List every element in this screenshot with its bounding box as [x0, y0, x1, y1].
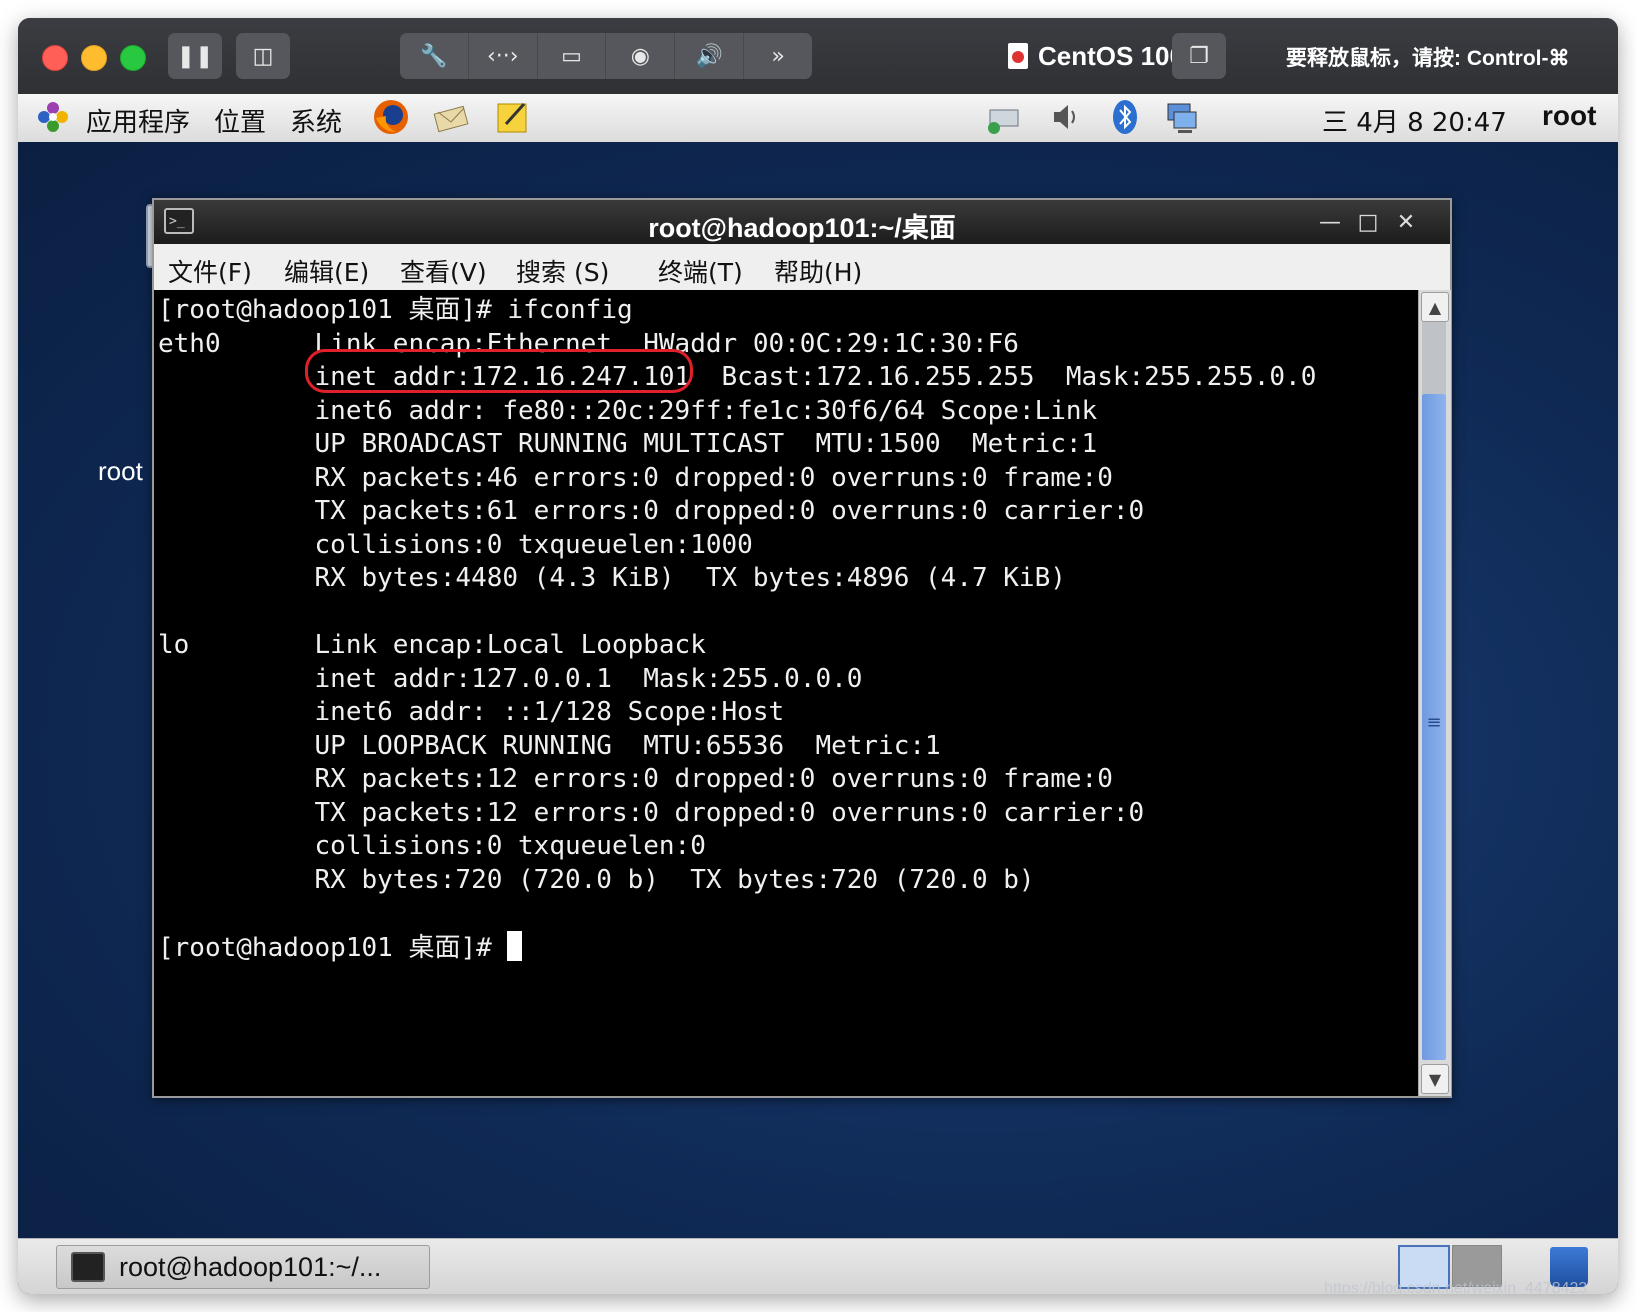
- vm-window: ❚❚ ◫ 🔧 ‹··› ▭ ◉ 🔊 » CentOS 100 ❐ 要释放鼠标，请…: [18, 18, 1618, 1294]
- terminal-menubar: 文件(F) 编辑(E) 查看(V) 搜索 (S) 终端(T) 帮助(H): [154, 244, 1450, 291]
- vm-tools-group: 🔧 ‹··› ▭ ◉ 🔊 »: [400, 33, 812, 79]
- terminal-output: [root@hadoop101 桌面]# ifconfig eth0 Link …: [158, 294, 1316, 965]
- pause-icon[interactable]: ❚❚: [168, 33, 222, 79]
- menu-terminal[interactable]: 终端(T): [658, 253, 743, 289]
- vm-title: CentOS 100: [1008, 38, 1184, 74]
- disk-drive-icon[interactable]: ▭: [538, 33, 607, 79]
- text-cursor: [507, 930, 523, 961]
- menu-system[interactable]: 系统: [290, 102, 342, 139]
- terminal-screen[interactable]: [root@hadoop101 桌面]# ifconfig eth0 Link …: [154, 290, 1418, 1096]
- minimize-icon[interactable]: —: [1314, 206, 1346, 238]
- output-line: UP LOOPBACK RUNNING MTU:65536 Metric:1: [158, 730, 941, 761]
- menu-file[interactable]: 文件(F): [168, 253, 252, 289]
- scroll-down-arrow-icon[interactable]: ▼: [1421, 1064, 1449, 1094]
- watermark: https://blog.csdn.net/weixin_4478423: [1324, 1280, 1588, 1294]
- close-icon[interactable]: ✕: [1390, 206, 1422, 238]
- minimize-window-button[interactable]: [81, 45, 107, 71]
- panel-user[interactable]: root: [1542, 100, 1596, 132]
- desktop-icon-label[interactable]: root: [98, 456, 143, 487]
- scroll-thumb[interactable]: ≡: [1422, 394, 1446, 1060]
- terminal-window: >_ root@hadoop101:~/桌面 — □ ✕ 文件(F) 编辑(E)…: [152, 198, 1452, 1098]
- output-line: RX packets:46 errors:0 dropped:0 overrun…: [158, 462, 1113, 493]
- unity-mode-icon[interactable]: ❐: [1172, 33, 1226, 79]
- snapshot-icon[interactable]: ◫: [236, 33, 290, 79]
- taskbar-terminal-label: root@hadoop101:~/...: [119, 1251, 382, 1282]
- vm-name: CentOS 100: [1038, 40, 1184, 71]
- menu-applications[interactable]: 应用程序: [86, 102, 190, 139]
- fullscreen-window-button[interactable]: [120, 45, 146, 71]
- vm-toolbar: ❚❚ ◫ 🔧 ‹··› ▭ ◉ 🔊 » CentOS 100 ❐ 要释放鼠标，请…: [18, 18, 1618, 94]
- terminal-scrollbar[interactable]: ▲ ≡ ▼: [1418, 290, 1451, 1096]
- terminal-title: root@hadoop101:~/桌面: [648, 213, 956, 243]
- output-line: RX bytes:720 (720.0 b) TX bytes:720 (720…: [158, 864, 1035, 895]
- display-network-icon[interactable]: [1162, 98, 1200, 136]
- more-chevron-icon[interactable]: »: [744, 33, 812, 79]
- output-line: inet6 addr: fe80::20c:29ff:fe1c:30f6/64 …: [158, 395, 1098, 426]
- output-line: inet addr:127.0.0.1 Mask:255.0.0.0: [158, 663, 863, 694]
- volume-icon[interactable]: [1046, 98, 1084, 136]
- bluetooth-icon[interactable]: [1106, 98, 1144, 136]
- menu-view[interactable]: 查看(V): [400, 253, 487, 289]
- camera-icon[interactable]: ◉: [606, 33, 676, 79]
- taskbar-terminal-button[interactable]: root@hadoop101:~/...: [56, 1245, 430, 1289]
- settings-wrench-icon[interactable]: 🔧: [400, 33, 469, 79]
- close-window-button[interactable]: [42, 45, 68, 71]
- mail-icon[interactable]: [432, 98, 470, 136]
- vm-document-icon: [1008, 43, 1028, 69]
- output-line: collisions:0 txqueuelen:1000: [158, 529, 753, 560]
- applications-logo-icon[interactable]: [34, 98, 72, 136]
- scroll-track[interactable]: [1422, 322, 1446, 394]
- terminal-icon: [71, 1252, 105, 1282]
- menu-help[interactable]: 帮助(H): [774, 253, 862, 289]
- terminal-prompt: [root@hadoop101 桌面]#: [158, 932, 508, 963]
- output-line: lo Link encap:Local Loopback: [158, 630, 706, 660]
- maximize-icon[interactable]: □: [1352, 206, 1384, 238]
- inet-addr-highlight: [305, 349, 693, 393]
- release-mouse-hint: 要释放鼠标，请按: Control-⌘: [1286, 47, 1570, 70]
- output-line: UP BROADCAST RUNNING MULTICAST MTU:1500 …: [158, 429, 1098, 459]
- notes-editor-icon[interactable]: [494, 98, 532, 136]
- gnome-top-panel: 应用程序 位置 系统 三 4月 8 20:47 root: [18, 94, 1618, 143]
- output-line: RX bytes:4480 (4.3 KiB) TX bytes:4896 (4…: [158, 563, 1066, 593]
- output-line: TX packets:12 errors:0 dropped:0 overrun…: [158, 797, 1145, 828]
- grip-icon: ≡: [1426, 712, 1442, 733]
- menu-search[interactable]: 搜索 (S): [516, 253, 609, 289]
- output-line: RX packets:12 errors:0 dropped:0 overrun…: [158, 764, 1113, 794]
- output-line: inet6 addr: ::1/128 Scope:Host: [158, 697, 785, 727]
- scroll-up-arrow-icon[interactable]: ▲: [1421, 292, 1449, 322]
- firefox-icon[interactable]: [372, 98, 410, 136]
- network-manager-icon[interactable]: [984, 98, 1022, 136]
- network-arrows-icon[interactable]: ‹··›: [469, 33, 538, 79]
- output-line: TX packets:61 errors:0 dropped:0 overrun…: [158, 496, 1145, 526]
- terminal-titlebar[interactable]: >_ root@hadoop101:~/桌面 — □ ✕: [154, 200, 1450, 244]
- output-line: [root@hadoop101 桌面]# ifconfig: [158, 295, 633, 325]
- menu-edit[interactable]: 编辑(E): [284, 253, 369, 289]
- panel-clock[interactable]: 三 4月 8 20:47: [1322, 102, 1507, 139]
- menu-places[interactable]: 位置: [214, 102, 266, 139]
- speaker-icon[interactable]: 🔊: [675, 33, 745, 79]
- output-line: collisions:0 txqueuelen:0: [158, 831, 706, 861]
